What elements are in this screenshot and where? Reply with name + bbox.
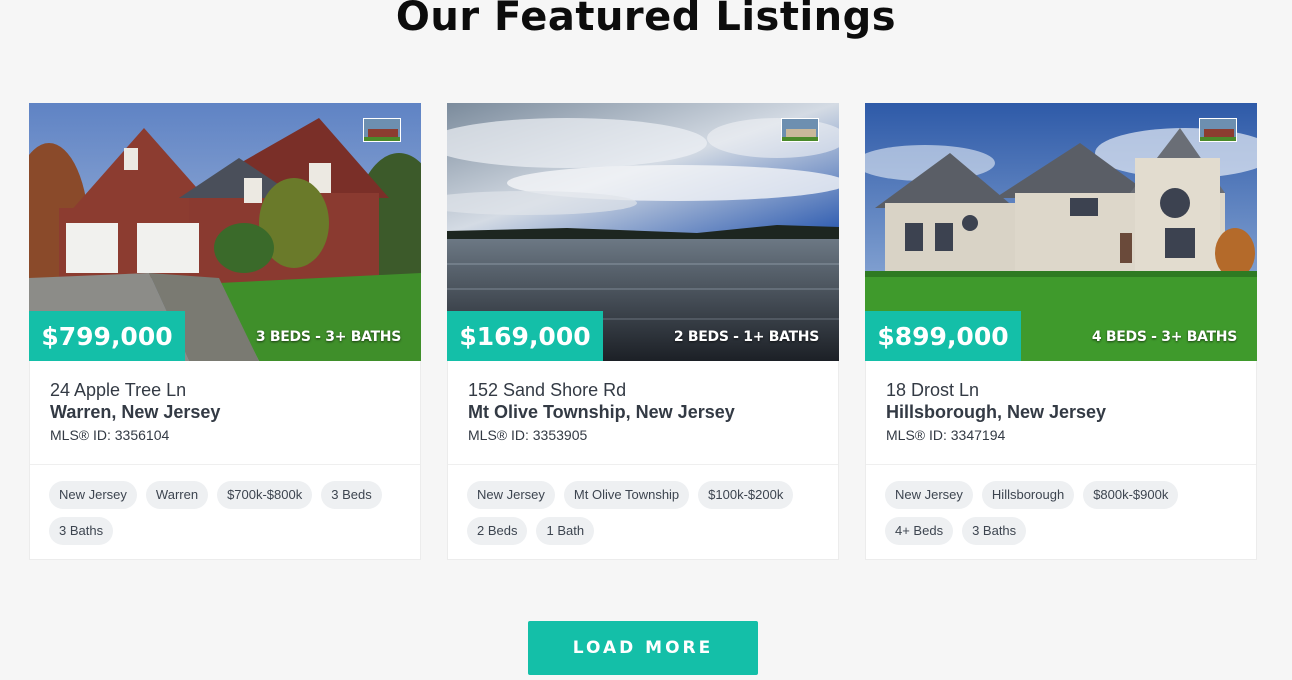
tag-chip[interactable]: $700k-$800k — [217, 481, 313, 509]
listing-info: 24 Apple Tree Ln Warren, New Jersey MLS®… — [30, 361, 420, 465]
beds-baths: 3 BEDS - 3+ BATHS — [255, 329, 401, 345]
listing-photo[interactable]: $899,000 4 BEDS - 3+ BATHS — [865, 103, 1257, 361]
listing-price: $799,000 — [29, 311, 185, 361]
photo-gallery-thumbnail[interactable] — [1199, 118, 1237, 142]
page-title: Our Featured Listings — [395, 0, 897, 40]
listing-street[interactable]: 18 Drost Ln — [886, 379, 1236, 401]
tag-chip[interactable]: New Jersey — [49, 481, 137, 509]
tag-chip[interactable]: $800k-$900k — [1083, 481, 1179, 509]
beds-baths: 4 BEDS - 3+ BATHS — [1091, 329, 1237, 345]
listing-card[interactable]: $169,000 2 BEDS - 1+ BATHS 152 Sand Shor… — [447, 103, 839, 560]
listing-photo[interactable]: $169,000 2 BEDS - 1+ BATHS — [447, 103, 839, 361]
tag-chip[interactable]: Warren — [145, 481, 209, 509]
listing-price: $899,000 — [865, 311, 1021, 361]
listing-city[interactable]: Warren, New Jersey — [50, 401, 400, 423]
listing-tags: New Jersey Warren $700k-$800k 3 Beds 3 B… — [30, 465, 420, 553]
listing-city[interactable]: Hillsborough, New Jersey — [886, 401, 1236, 423]
listing-info: 18 Drost Ln Hillsborough, New Jersey MLS… — [866, 361, 1256, 465]
listing-price: $169,000 — [447, 311, 603, 361]
listing-mls-id: MLS® ID: 3356104 — [50, 427, 170, 443]
tag-chip[interactable]: 2 Beds — [467, 517, 528, 545]
listing-card[interactable]: $899,000 4 BEDS - 3+ BATHS 18 Drost Ln H… — [865, 103, 1257, 560]
listings-grid: $799,000 3 BEDS - 3+ BATHS 24 Apple Tree… — [29, 103, 1259, 563]
beds-baths: 2 BEDS - 1+ BATHS — [673, 329, 819, 345]
listing-tags: New Jersey Hillsborough $800k-$900k 4+ B… — [866, 465, 1256, 553]
listing-tags: New Jersey Mt Olive Township $100k-$200k… — [448, 465, 838, 553]
tag-chip[interactable]: New Jersey — [467, 481, 555, 509]
listing-info: 152 Sand Shore Rd Mt Olive Township, New… — [448, 361, 838, 465]
tag-chip[interactable]: 3 Baths — [962, 517, 1027, 545]
tag-chip[interactable]: $100k-$200k — [698, 481, 794, 509]
tag-chip[interactable]: 3 Baths — [49, 517, 114, 545]
listing-card[interactable]: $799,000 3 BEDS - 3+ BATHS 24 Apple Tree… — [29, 103, 421, 560]
listing-photo[interactable]: $799,000 3 BEDS - 3+ BATHS — [29, 103, 421, 361]
photo-gallery-thumbnail[interactable] — [363, 118, 401, 142]
tag-chip[interactable]: Hillsborough — [981, 481, 1075, 509]
listing-street[interactable]: 24 Apple Tree Ln — [50, 379, 400, 401]
tag-chip[interactable]: Mt Olive Township — [563, 481, 690, 509]
tag-chip[interactable]: 1 Bath — [536, 517, 595, 545]
load-more-button[interactable]: LOAD MORE — [528, 621, 758, 675]
listing-mls-id: MLS® ID: 3353905 — [468, 427, 588, 443]
tag-chip[interactable]: 3 Beds — [321, 481, 382, 509]
listing-city[interactable]: Mt Olive Township, New Jersey — [468, 401, 818, 423]
listing-mls-id: MLS® ID: 3347194 — [886, 427, 1006, 443]
photo-gallery-thumbnail[interactable] — [781, 118, 819, 142]
tag-chip[interactable]: 4+ Beds — [885, 517, 954, 545]
listing-street[interactable]: 152 Sand Shore Rd — [468, 379, 818, 401]
tag-chip[interactable]: New Jersey — [885, 481, 973, 509]
